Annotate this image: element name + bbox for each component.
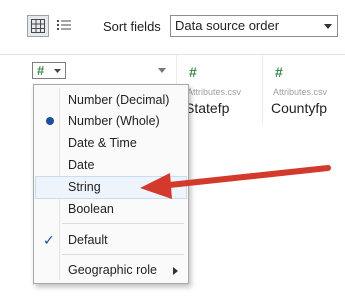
annotation-arrow-icon [140, 165, 331, 199]
